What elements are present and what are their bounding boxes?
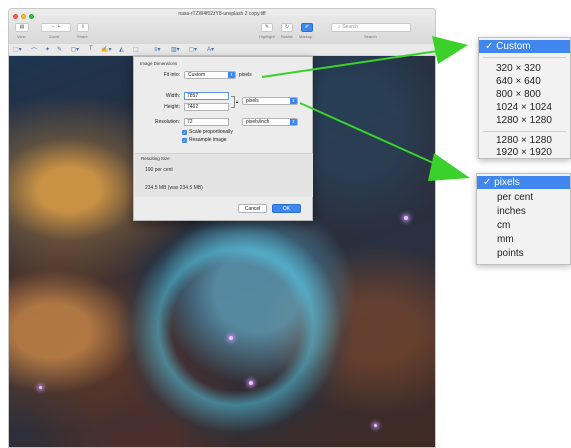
selection-tool-icon[interactable]: ⬚▾ — [13, 46, 22, 53]
resolution-unit-value: pixels/inch — [246, 119, 270, 125]
resulting-size-panel: Resulting Size 100 per cent 234.5 MB (wa… — [135, 153, 313, 197]
checkmark-icon: ✓ — [182, 137, 187, 143]
image-dimensions-dialog: Image Dimensions Fit into: Custom ⇕ pixe… — [133, 56, 313, 221]
star-highlight — [374, 424, 377, 427]
resolution-unit-popup[interactable]: pixels/inch ⇕ — [242, 118, 298, 126]
arrow-head-fit-into — [432, 36, 468, 64]
shapes-tool-icon[interactable]: ◻▾ — [71, 46, 79, 53]
text-style-icon[interactable]: A▾ — [207, 46, 214, 53]
scale-proportionally-label: Scale proportionally — [189, 129, 233, 135]
menu-item-custom[interactable]: ✓ Custom — [479, 40, 570, 53]
fit-into-popup[interactable]: Custom ⇕ — [184, 71, 236, 79]
search-field[interactable]: ⌕ Search — [331, 23, 411, 32]
lock-icon[interactable]: 🔒︎ — [236, 99, 238, 104]
menu-item-1024[interactable]: 1024 × 1024 — [479, 101, 570, 114]
unit-menu-zoom: ✓ pixels per cent inches cm mm points — [476, 173, 571, 265]
markup-icon: ✐ — [304, 24, 310, 30]
fit-into-label: Fit into: — [163, 72, 180, 78]
size-unit-value: pixels — [246, 98, 259, 104]
share-caption: Share — [77, 34, 88, 39]
share-icon: ⇧ — [80, 24, 86, 30]
window-title: nasa-rTZW4f02zY8-unsplash 2 copy.tiff — [178, 11, 266, 17]
resolution-value: 72 — [187, 119, 193, 125]
width-field[interactable]: 7857 — [184, 92, 229, 100]
menu-item-640[interactable]: 640 × 640 — [479, 75, 570, 88]
highlight-caption: Highlight — [259, 34, 275, 39]
height-field[interactable]: 7462 — [184, 103, 229, 111]
menu-item-pixels[interactable]: ✓ pixels — [477, 176, 570, 189]
screenshot-stage: nasa-rTZW4f02zY8-unsplash 2 copy.tiff ▤ … — [0, 0, 571, 448]
menu-item-320[interactable]: 320 × 320 — [479, 62, 570, 75]
menu-item-points[interactable]: points — [477, 247, 570, 260]
resolution-label: Resolution: — [154, 119, 180, 125]
resample-image-label: Resample image — [189, 137, 227, 143]
height-label: Height: — [164, 104, 180, 110]
instant-alpha-icon[interactable]: ✦ — [45, 46, 50, 53]
size-unit-popup[interactable]: pixels ⇕ — [242, 97, 298, 105]
popup-arrows-icon: ⇕ — [228, 72, 235, 78]
sign-tool-icon[interactable]: ✍▾ — [101, 46, 111, 53]
sidebar-icon: ▤ — [19, 24, 25, 30]
dialog-heading: Image Dimensions — [140, 61, 178, 66]
height-value: 7462 — [187, 104, 199, 110]
highlighter-icon: ✎ — [264, 24, 270, 30]
highlight-button[interactable]: ✎ — [261, 23, 273, 32]
search-caption: Search — [364, 34, 377, 39]
rotate-caption: Rotate — [281, 34, 293, 39]
search-icon: ⌕ — [338, 24, 341, 30]
menu-item-cm[interactable]: cm — [477, 219, 570, 232]
view-caption: View — [17, 34, 26, 39]
adjust-color-icon[interactable]: ◭ — [119, 46, 124, 53]
markup-caption: Markup — [299, 34, 313, 39]
scale-proportionally-checkbox[interactable]: ✓ Scale proportionally — [182, 129, 233, 135]
rotate-button[interactable]: ↻ — [281, 23, 293, 32]
menu-separator — [483, 131, 566, 132]
menu-item-1280[interactable]: 1280 × 1280 — [479, 114, 570, 127]
share-button[interactable]: ⇧ — [77, 23, 89, 32]
view-button[interactable]: ▤ — [15, 23, 29, 32]
adjust-size-icon[interactable]: ⬚ — [133, 46, 139, 53]
lasso-tool-icon[interactable]: ⌒ — [31, 46, 37, 55]
checkmark-icon: ✓ — [182, 129, 187, 135]
menu-item-1920[interactable]: 1920 × 1920 — [479, 146, 570, 159]
fit-into-menu-zoom: ✓ Custom 320 × 320 640 × 640 800 × 800 1… — [478, 37, 571, 159]
menu-item-800[interactable]: 800 × 800 — [479, 88, 570, 101]
resample-image-checkbox[interactable]: ✓ Resample image — [182, 137, 227, 143]
constrain-bracket — [231, 96, 235, 108]
star-highlight — [39, 386, 42, 389]
resolution-field[interactable]: 72 — [184, 118, 229, 126]
width-label: Width: — [165, 93, 180, 99]
menu-item-mm[interactable]: mm — [477, 233, 570, 246]
fill-color-icon[interactable]: ◻▾ — [189, 46, 197, 53]
markup-button[interactable]: ✐ — [301, 23, 313, 32]
search-placeholder: Search — [342, 24, 359, 30]
star-highlight — [404, 216, 408, 220]
width-value: 7857 — [187, 93, 199, 99]
resulting-size-label: Resulting Size — [141, 156, 170, 161]
cancel-button[interactable]: Cancel — [238, 204, 267, 213]
markup-toolbar: ⬚▾ ⌒ ✦ ✎ ◻▾ T ✍▾ ◭ ⬚ ≡▾ ▥▾ ◻▾ A▾ — [9, 44, 435, 56]
zoom-caption: Zoom — [49, 34, 60, 39]
star-highlight — [249, 381, 253, 385]
zoom-buttons[interactable]: − + — [41, 23, 71, 32]
ok-button[interactable]: OK — [272, 204, 301, 213]
toolbar: ▤ − + ⇧ View Zoom Share ✎ ↻ ✐ Highlight … — [9, 21, 435, 44]
menu-item-per-cent[interactable]: per cent — [477, 191, 570, 204]
rotate-icon: ↻ — [284, 24, 290, 30]
zoom-out-icon: − — [51, 24, 55, 30]
fit-into-value: Custom — [188, 72, 206, 78]
popup-arrows-icon: ⇕ — [290, 119, 297, 125]
fit-into-unit: pixels — [239, 72, 252, 78]
popup-arrows-icon: ⇕ — [290, 98, 297, 104]
star-highlight — [229, 336, 233, 340]
sketch-tool-icon[interactable]: ✎ — [57, 46, 62, 53]
zoom-in-icon: + — [57, 24, 61, 30]
menu-item-inches[interactable]: inches — [477, 205, 570, 218]
border-color-icon[interactable]: ▥▾ — [171, 46, 180, 53]
size-text: 234.5 MB (was 234.5 MB) — [145, 185, 203, 191]
percent-text: 100 per cent — [145, 167, 173, 173]
text-tool-icon[interactable]: T — [89, 46, 93, 52]
menu-separator — [483, 57, 566, 58]
shape-style-icon[interactable]: ≡▾ — [154, 46, 161, 53]
